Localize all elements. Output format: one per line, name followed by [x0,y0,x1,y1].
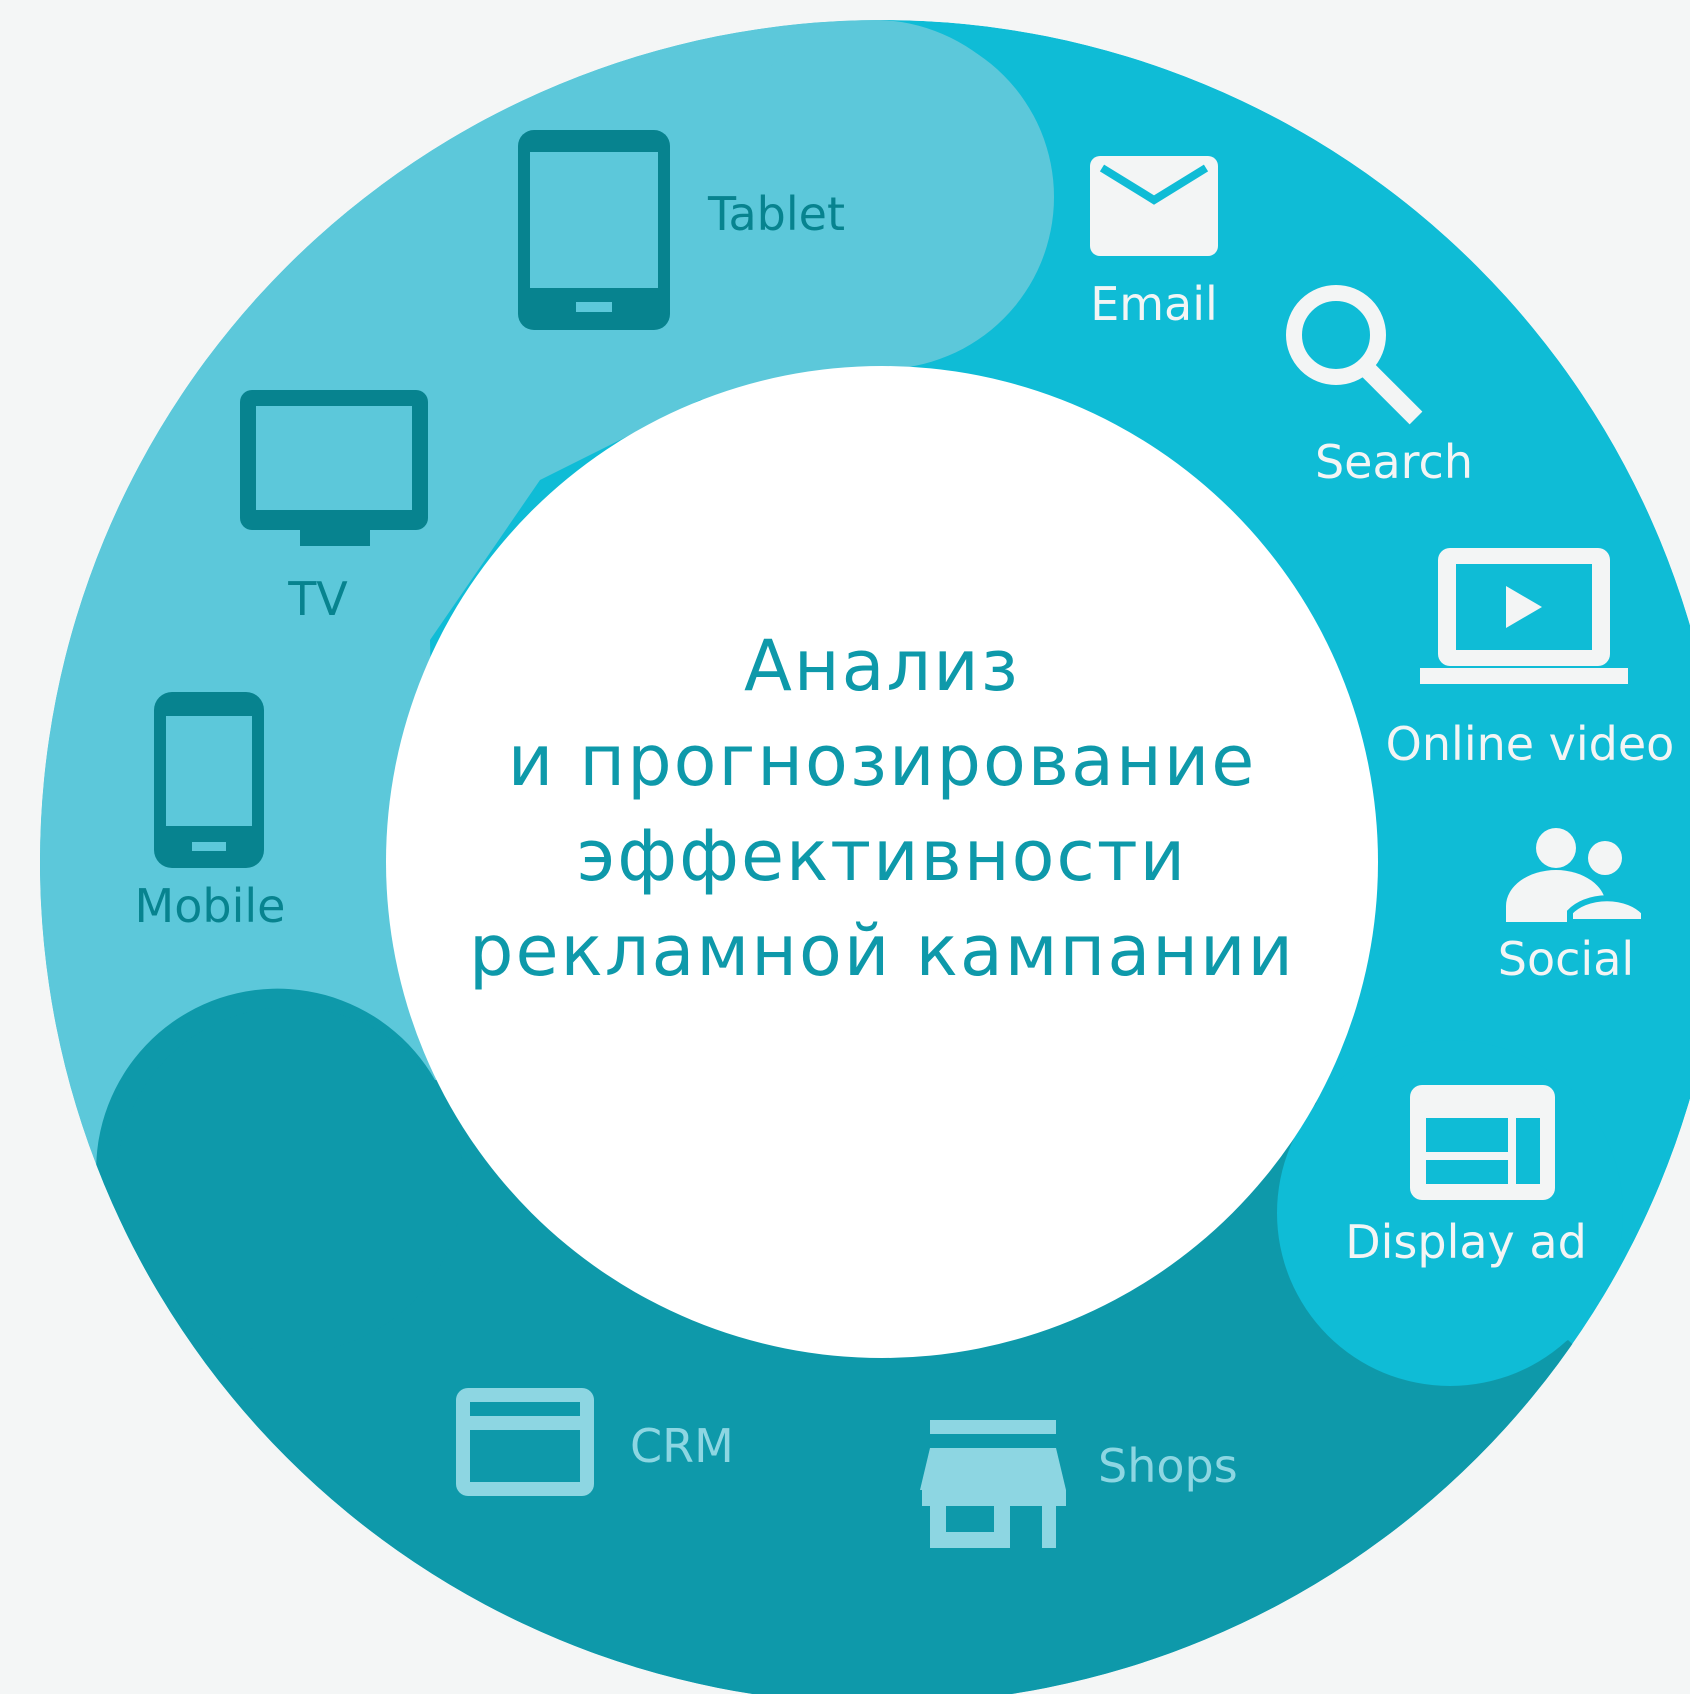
video-player-icon [1420,548,1628,684]
mobile-label: Mobile [135,879,286,933]
social-label: Social [1498,932,1634,986]
tablet-label: Tablet [707,187,845,241]
center-title-line-2: и прогнозирование [508,720,1257,802]
diagram: Анализ и прогнозирование эффективности р… [0,0,1690,1694]
tv-icon [240,390,428,546]
display-ad-label: Display ad [1345,1215,1587,1269]
card-icon [456,1388,594,1496]
online-video-label: Online video [1386,717,1675,771]
email-label: Email [1090,277,1218,331]
shops-label: Shops [1098,1439,1238,1493]
tablet-icon [518,130,670,330]
search-label: Search [1315,435,1473,489]
center-title-line-4: рекламной кампании [469,910,1295,992]
tv-label: TV [287,572,348,626]
center-title-line-3: эффективности [577,815,1187,897]
display-ad-icon [1410,1085,1555,1200]
center-title-line-1: Анализ [744,625,1020,707]
envelope-icon [1090,156,1218,256]
offline-lobe-left [117,1007,463,1353]
crm-label: CRM [630,1419,734,1473]
diagram-canvas: Анализ и прогнозирование эффективности р… [40,20,1690,1694]
mobile-icon [154,692,264,868]
